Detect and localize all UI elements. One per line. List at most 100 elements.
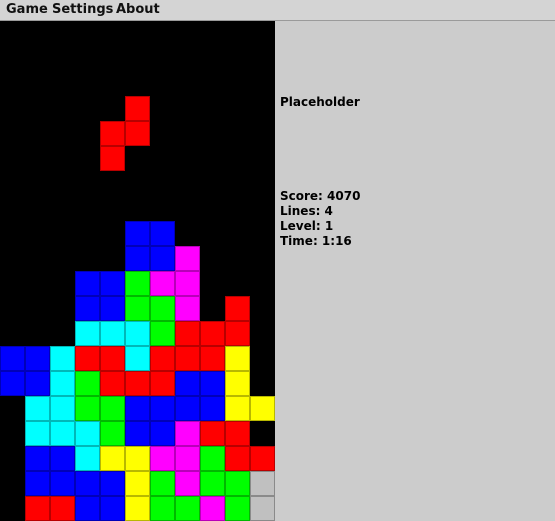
settled-block xyxy=(125,246,150,271)
falling-block xyxy=(125,96,150,121)
settled-block xyxy=(50,471,75,496)
settled-block xyxy=(150,421,175,446)
menu-settings[interactable]: Settings xyxy=(52,2,113,17)
settled-block xyxy=(50,496,75,521)
settled-block xyxy=(125,271,150,296)
settled-block xyxy=(175,321,200,346)
settled-block xyxy=(75,321,100,346)
settled-block xyxy=(150,346,175,371)
settled-block xyxy=(125,346,150,371)
settled-block xyxy=(75,421,100,446)
settled-block xyxy=(50,346,75,371)
settled-block xyxy=(200,496,225,521)
settled-block xyxy=(150,271,175,296)
settled-block xyxy=(75,371,100,396)
settled-block xyxy=(25,346,50,371)
settled-block xyxy=(125,221,150,246)
settled-block xyxy=(225,396,250,421)
settled-block xyxy=(225,321,250,346)
menu-game[interactable]: Game xyxy=(6,2,48,17)
settled-block xyxy=(0,346,25,371)
settled-block xyxy=(200,396,225,421)
settled-block xyxy=(225,471,250,496)
settled-block xyxy=(25,371,50,396)
settled-block xyxy=(100,271,125,296)
level-label: Level: 1 xyxy=(280,219,334,233)
settled-block xyxy=(150,246,175,271)
settled-block xyxy=(200,346,225,371)
settled-block xyxy=(225,446,250,471)
settled-block xyxy=(125,321,150,346)
settled-block xyxy=(75,471,100,496)
settled-block xyxy=(225,346,250,371)
settled-block xyxy=(75,396,100,421)
settled-block xyxy=(100,296,125,321)
lines-label: Lines: 4 xyxy=(280,204,333,218)
game-board[interactable] xyxy=(0,21,275,521)
settled-block xyxy=(25,396,50,421)
settled-block xyxy=(225,421,250,446)
settled-block xyxy=(225,496,250,521)
settled-block xyxy=(50,446,75,471)
settled-block xyxy=(125,371,150,396)
settled-block xyxy=(0,371,25,396)
settled-block xyxy=(150,321,175,346)
settled-block xyxy=(100,496,125,521)
settled-block xyxy=(150,371,175,396)
settled-block xyxy=(200,371,225,396)
settled-block xyxy=(175,296,200,321)
settled-block xyxy=(225,371,250,396)
menu-about[interactable]: About xyxy=(116,2,160,17)
settled-block xyxy=(175,471,200,496)
time-label: Time: 1:16 xyxy=(280,234,352,248)
settled-block xyxy=(150,296,175,321)
settled-block xyxy=(125,446,150,471)
settled-block xyxy=(25,446,50,471)
settled-block xyxy=(25,421,50,446)
settled-block xyxy=(100,471,125,496)
settled-block xyxy=(100,371,125,396)
settled-block xyxy=(200,321,225,346)
settled-block xyxy=(250,496,275,521)
settled-block xyxy=(200,446,225,471)
settled-block xyxy=(175,446,200,471)
settled-block xyxy=(175,346,200,371)
side-panel: Placeholder Score: 4070 Lines: 4 Level: … xyxy=(275,21,555,521)
settled-block xyxy=(100,346,125,371)
settled-block xyxy=(25,496,50,521)
settled-block xyxy=(175,371,200,396)
settled-block xyxy=(250,396,275,421)
settled-block xyxy=(150,396,175,421)
settled-block xyxy=(175,396,200,421)
settled-block xyxy=(100,446,125,471)
settled-block xyxy=(175,246,200,271)
settled-block xyxy=(25,471,50,496)
menu-bar: Game Settings About xyxy=(0,0,555,21)
settled-block xyxy=(225,296,250,321)
settled-block xyxy=(75,446,100,471)
settled-block xyxy=(50,421,75,446)
settled-block xyxy=(200,471,225,496)
settled-block xyxy=(200,421,225,446)
score-label: Score: 4070 xyxy=(280,189,361,203)
next-piece-label: Placeholder xyxy=(280,95,360,109)
settled-block xyxy=(125,296,150,321)
falling-block xyxy=(100,146,125,171)
settled-block xyxy=(75,346,100,371)
settled-block xyxy=(175,421,200,446)
falling-block xyxy=(100,121,125,146)
settled-block xyxy=(50,396,75,421)
settled-block xyxy=(100,421,125,446)
settled-block xyxy=(75,296,100,321)
settled-block xyxy=(150,446,175,471)
settled-block xyxy=(75,271,100,296)
falling-block xyxy=(125,121,150,146)
settled-block xyxy=(125,496,150,521)
settled-block xyxy=(150,496,175,521)
settled-block xyxy=(100,321,125,346)
settled-block xyxy=(75,496,100,521)
settled-block xyxy=(125,471,150,496)
settled-block xyxy=(50,371,75,396)
settled-block xyxy=(175,496,200,521)
settled-block xyxy=(175,271,200,296)
